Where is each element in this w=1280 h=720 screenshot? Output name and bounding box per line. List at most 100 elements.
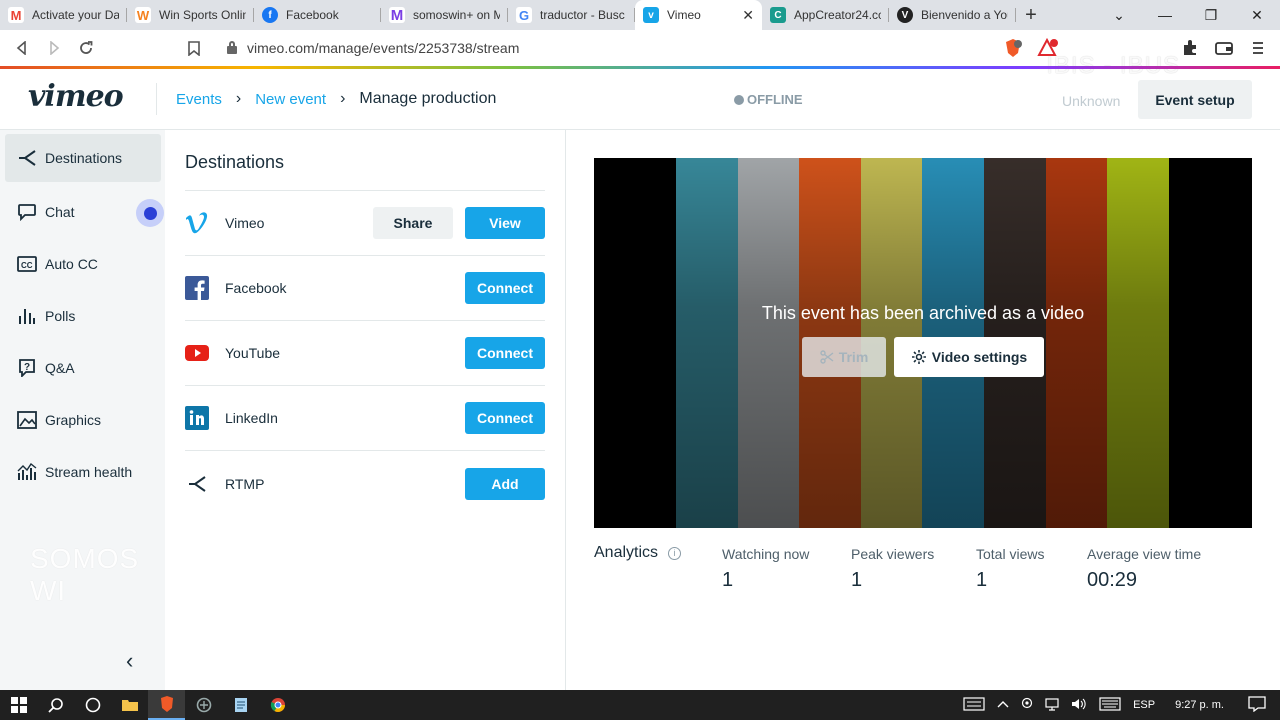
url-field[interactable]: vimeo.com/manage/events/2253738/stream xyxy=(215,34,995,62)
file-explorer-icon[interactable] xyxy=(111,690,148,720)
brave-taskbar-icon[interactable] xyxy=(148,690,185,720)
bienvenido-icon: V xyxy=(897,7,913,23)
connect-youtube-button[interactable]: Connect xyxy=(465,337,545,369)
keyboard-layout-icon[interactable] xyxy=(1099,696,1121,714)
app-taskbar-icon[interactable] xyxy=(185,690,222,720)
tab-label: Win Sports Onlin xyxy=(159,8,246,22)
minimize-icon[interactable]: — xyxy=(1142,0,1188,30)
sidebar-item-label: Polls xyxy=(45,308,76,324)
sidebar-item-qa[interactable]: ? Q&A xyxy=(5,344,161,392)
winsports-icon: W xyxy=(135,7,151,23)
tab-vimeo[interactable]: v Vimeo ✕ xyxy=(635,0,762,30)
taskbar: ESP 9:27 p. m. xyxy=(0,690,1280,720)
destinations-title: Destinations xyxy=(185,152,285,172)
status-dot-icon xyxy=(734,94,744,105)
view-button[interactable]: View xyxy=(465,207,545,239)
tab-label: Facebook xyxy=(286,8,339,22)
stat-watching-now: Watching now 1 xyxy=(722,546,809,592)
close-window-icon[interactable]: ✕ xyxy=(1234,0,1280,30)
chevron-right-icon: › xyxy=(235,90,242,107)
somoswin-icon: M xyxy=(389,6,405,24)
info-icon[interactable]: i xyxy=(668,546,682,560)
tab-winsports[interactable]: W Win Sports Onlin xyxy=(127,0,254,30)
new-tab-button[interactable]: + xyxy=(1016,0,1046,30)
connect-linkedin-button[interactable]: Connect xyxy=(465,402,545,434)
keyboard-icon[interactable] xyxy=(963,696,985,714)
destination-row-linkedin: LinkedIn Connect xyxy=(185,386,545,451)
extensions-icon[interactable] xyxy=(1181,39,1199,62)
cortana-icon[interactable] xyxy=(74,690,111,720)
sidebar-item-label: Auto CC xyxy=(45,256,98,272)
vimeo-logo[interactable]: vimeo xyxy=(28,79,124,114)
tab-label: somoswin+ on M xyxy=(413,8,500,22)
connect-facebook-button[interactable]: Connect xyxy=(465,272,545,304)
notes-taskbar-icon[interactable] xyxy=(222,690,259,720)
stat-value: 00:29 xyxy=(1087,569,1138,591)
trim-button[interactable]: Trim xyxy=(802,337,886,377)
url-text: vimeo.com/manage/events/2253738/stream xyxy=(247,40,520,56)
windows-start-icon[interactable] xyxy=(0,690,37,720)
tab-bienvenido[interactable]: V Bienvenido a You xyxy=(889,0,1016,30)
sidebar-item-destinations[interactable]: Destinations xyxy=(5,134,161,182)
chrome-taskbar-icon[interactable] xyxy=(259,690,296,720)
menu-icon[interactable] xyxy=(1252,40,1264,61)
search-icon[interactable] xyxy=(37,690,74,720)
stat-label: Watching now xyxy=(722,546,810,562)
tab-google[interactable]: G traductor - Busc xyxy=(508,0,635,30)
close-tab-icon[interactable]: ✕ xyxy=(742,7,754,24)
sidebar-item-stream-health[interactable]: Stream health xyxy=(5,448,161,496)
vimeo-icon: v xyxy=(643,7,659,23)
bookmark-icon[interactable] xyxy=(178,32,210,64)
breadcrumb-new-event[interactable]: New event xyxy=(255,91,326,108)
appcreator-icon: C xyxy=(770,7,786,23)
tab-facebook[interactable]: f Facebook xyxy=(254,0,381,30)
back-icon[interactable] xyxy=(6,32,38,64)
header-divider xyxy=(156,83,157,115)
forward-icon[interactable] xyxy=(38,32,70,64)
scissors-icon xyxy=(820,350,834,364)
stat-total-views: Total views 1 xyxy=(976,546,1044,592)
analytics-title: Analytics i xyxy=(594,544,682,562)
breadcrumb-events[interactable]: Events xyxy=(176,91,222,108)
tab-appcreator[interactable]: C AppCreator24.cc xyxy=(762,0,889,30)
reload-icon[interactable] xyxy=(70,32,102,64)
brave-shield-icon[interactable] xyxy=(1003,38,1023,63)
vimeo-icon xyxy=(185,211,209,235)
tab-gmail[interactable]: M Activate your Da xyxy=(0,0,127,30)
trim-label: Trim xyxy=(838,349,869,365)
volume-icon[interactable] xyxy=(1071,697,1087,714)
stat-value: 1 xyxy=(851,569,863,591)
sidebar-item-label: Stream health xyxy=(45,464,133,480)
wallet-icon[interactable] xyxy=(1215,40,1233,61)
network-icon[interactable] xyxy=(1045,697,1059,714)
share-nodes-icon xyxy=(185,472,209,496)
tab-search-icon[interactable]: ⌄ xyxy=(1096,0,1142,30)
webcam-icon[interactable] xyxy=(1021,697,1033,714)
gmail-icon: M xyxy=(8,7,24,23)
sidebar-item-auto-cc[interactable]: CC Auto CC xyxy=(5,240,161,288)
share-button[interactable]: Share xyxy=(373,207,453,239)
language-indicator[interactable]: ESP xyxy=(1133,699,1155,711)
chevron-right-icon: › xyxy=(340,90,346,107)
image-icon xyxy=(16,409,38,431)
restore-icon[interactable]: ❐ xyxy=(1188,0,1234,30)
closed-captions-icon: CC xyxy=(16,253,38,275)
event-setup-button[interactable]: Event setup xyxy=(1138,80,1252,119)
clock[interactable]: 9:27 p. m. xyxy=(1175,699,1224,711)
breadcrumb-current: Manage production xyxy=(359,90,497,107)
collapse-sidebar-icon[interactable]: ‹ xyxy=(126,648,133,674)
sidebar-item-label: Destinations xyxy=(45,150,123,166)
destination-row-youtube: YouTube Connect xyxy=(185,321,545,386)
lock-icon xyxy=(227,41,237,54)
stat-peak-viewers: Peak viewers 1 xyxy=(851,546,934,592)
breadcrumb: Events › New event › Manage production xyxy=(176,90,496,108)
sidebar-item-graphics[interactable]: Graphics xyxy=(5,396,161,444)
notifications-icon[interactable] xyxy=(1248,695,1266,715)
tab-somoswin[interactable]: M somoswin+ on M xyxy=(381,0,508,30)
add-rtmp-button[interactable]: Add xyxy=(465,467,545,500)
destination-name: Vimeo xyxy=(225,215,265,231)
chevron-up-icon[interactable] xyxy=(997,699,1009,711)
facebook-icon: f xyxy=(262,7,278,23)
video-settings-button[interactable]: Video settings xyxy=(894,337,1044,377)
sidebar-item-polls[interactable]: Polls xyxy=(5,292,161,340)
